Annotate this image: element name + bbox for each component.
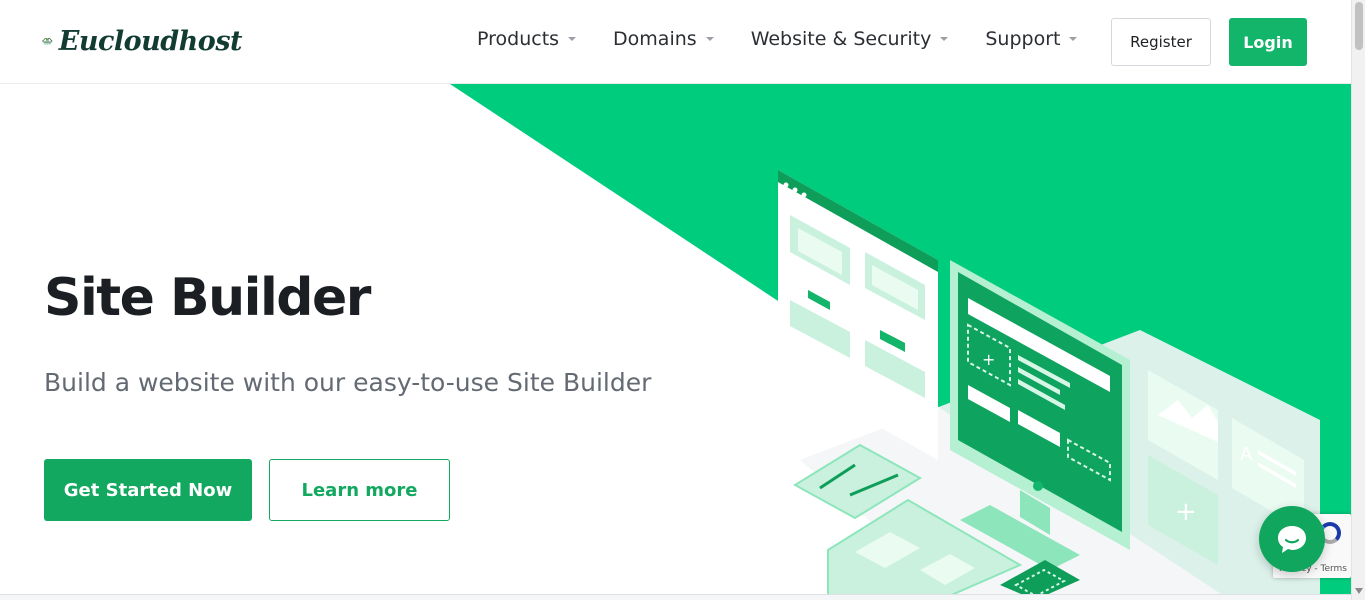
- register-button[interactable]: Register: [1111, 18, 1211, 66]
- caret-down-icon: [568, 37, 577, 41]
- svg-text:A: A: [1240, 444, 1253, 465]
- site-builder-illustration: + A +: [778, 170, 1320, 600]
- scrollbar-thumb[interactable]: [1355, 2, 1363, 50]
- nav-item-support[interactable]: Support: [985, 28, 1078, 50]
- page-bottom-edge: [0, 594, 1351, 600]
- svg-text:+: +: [1175, 497, 1197, 527]
- nav-item-label: Support: [985, 28, 1061, 50]
- learn-more-button[interactable]: Learn more: [269, 459, 450, 521]
- vertical-scrollbar[interactable]: [1351, 0, 1365, 600]
- svg-text:+: +: [982, 350, 995, 369]
- nav-item-label: Website & Security: [750, 28, 932, 50]
- nav-item-products[interactable]: Products: [477, 28, 577, 50]
- hero-title: Site Builder: [44, 268, 371, 328]
- nav-item-domains[interactable]: Domains: [613, 28, 714, 50]
- chat-button[interactable]: [1259, 506, 1325, 572]
- monitor: +: [950, 260, 1130, 570]
- nav-item-label: Domains: [613, 28, 697, 50]
- login-button[interactable]: Login: [1229, 18, 1307, 66]
- chat-bubble-icon: [1278, 526, 1306, 553]
- site-header: Eu cloudhost Eucloudhost Products Domain…: [0, 0, 1351, 84]
- nav-item-website-security[interactable]: Website & Security: [751, 28, 949, 50]
- browser-wireframe: [778, 170, 938, 460]
- caret-down-icon: [940, 37, 949, 41]
- hero-subtitle: Build a website with our easy-to-use Sit…: [44, 368, 652, 397]
- scroll-down-arrow-icon[interactable]: [1355, 588, 1363, 594]
- main-nav: Products Domains Website & Security Supp…: [477, 28, 1114, 50]
- nav-item-label: Products: [477, 28, 560, 50]
- caret-down-icon: [1069, 37, 1078, 41]
- cloud-logo-icon: Eu cloudhost: [42, 38, 53, 45]
- brand-name: Eucloudhost: [58, 25, 243, 57]
- brand-logo[interactable]: Eu cloudhost Eucloudhost: [42, 16, 243, 66]
- get-started-button[interactable]: Get Started Now: [44, 459, 252, 521]
- page: + A + Site Builder Build a website with …: [0, 0, 1365, 600]
- caret-down-icon: [705, 37, 714, 41]
